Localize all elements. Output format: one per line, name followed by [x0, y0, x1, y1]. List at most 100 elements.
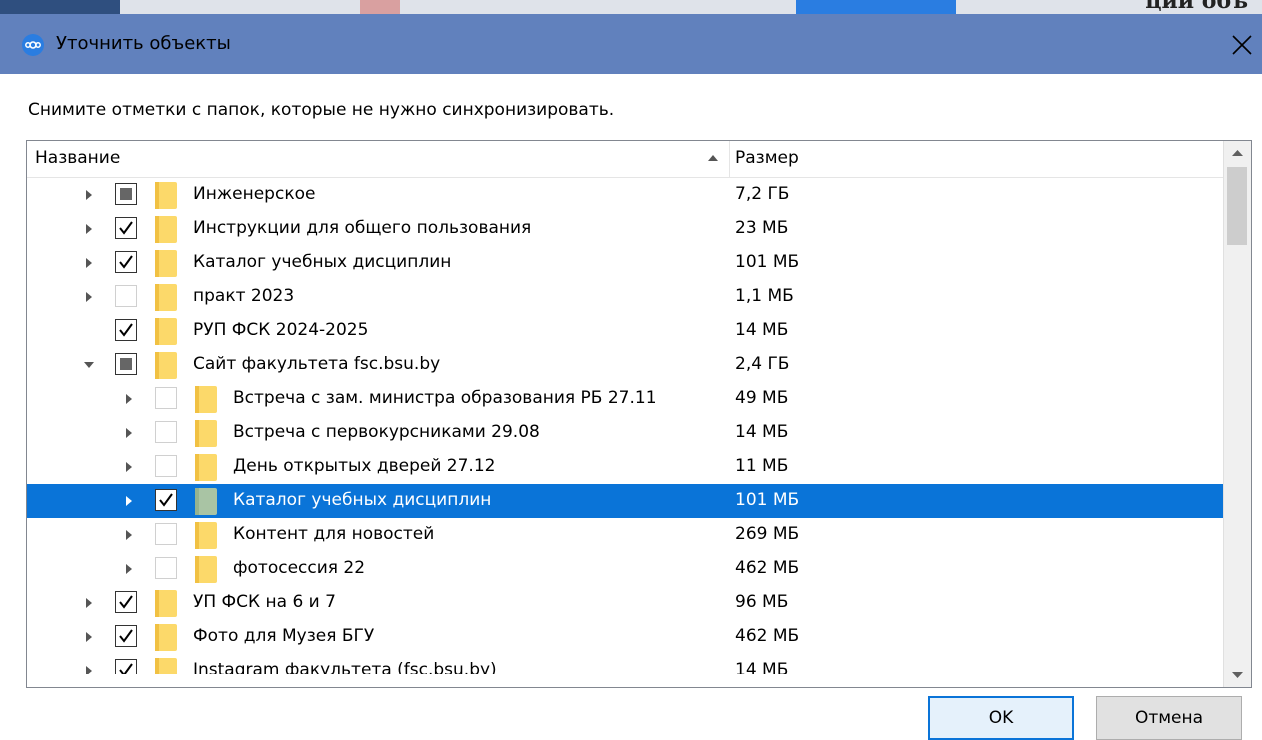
folder-size: 14 МБ — [735, 320, 789, 340]
tree-row[interactable]: Встреча с зам. министра образования РБ 2… — [27, 382, 1223, 416]
checkmark-icon — [119, 663, 133, 674]
tree-rows: Инженерское 7,2 ГБ Инструкции для общего п… — [27, 178, 1223, 674]
tree-row[interactable]: практ 2023 1,1 МБ — [27, 280, 1223, 314]
chevron-right-icon[interactable] — [83, 596, 95, 610]
background-window-strip: ции объ — [0, 0, 1262, 14]
sync-checkbox[interactable] — [115, 251, 137, 273]
tree-row[interactable]: Instagram факультета (fsc.bsu.by) 14 МБ — [27, 654, 1223, 674]
chevron-right-icon[interactable] — [123, 426, 135, 440]
folder-icon — [195, 522, 217, 549]
sync-checkbox[interactable] — [155, 387, 177, 409]
sync-checkbox[interactable] — [115, 285, 137, 307]
sync-checkbox[interactable] — [115, 217, 137, 239]
chevron-right-icon[interactable] — [83, 664, 95, 674]
tree-row[interactable]: Каталог учебных дисциплин 101 МБ — [27, 246, 1223, 280]
instruction-text: Снимите отметки с папок, которые не нужн… — [28, 100, 615, 120]
dialog-title: Уточнить объекты — [56, 33, 231, 54]
tree-row[interactable]: Инженерское 7,2 ГБ — [27, 178, 1223, 212]
folder-name: Встреча с первокурсниками 29.08 — [233, 422, 540, 442]
tree-row[interactable]: УП ФСК на 6 и 7 96 МБ — [27, 586, 1223, 620]
chevron-right-icon[interactable] — [83, 630, 95, 644]
folder-name: Каталог учебных дисциплин — [233, 490, 492, 510]
folder-name: РУП ФСК 2024-2025 — [193, 320, 369, 340]
sync-checkbox[interactable] — [115, 625, 137, 647]
chevron-right-icon[interactable] — [83, 188, 95, 202]
sync-checkbox[interactable] — [155, 421, 177, 443]
dialog-titlebar[interactable]: Уточнить объекты — [0, 14, 1262, 74]
folder-icon — [155, 284, 177, 311]
sync-checkbox[interactable] — [155, 455, 177, 477]
sync-checkbox[interactable] — [115, 183, 137, 205]
tree-row[interactable]: Сайт факультета fsc.bsu.by 2,4 ГБ — [27, 348, 1223, 382]
folder-icon — [195, 488, 217, 515]
chevron-right-icon[interactable] — [123, 528, 135, 542]
folder-name: практ 2023 — [193, 286, 295, 306]
checkmark-icon — [119, 595, 133, 609]
folder-name: УП ФСК на 6 и 7 — [193, 592, 336, 612]
folder-icon — [155, 352, 177, 379]
close-icon — [1232, 35, 1252, 55]
folder-name: Встреча с зам. министра образования РБ 2… — [233, 388, 657, 408]
sync-checkbox[interactable] — [115, 591, 137, 613]
folder-icon — [155, 590, 177, 617]
folder-size: 14 МБ — [735, 660, 789, 674]
background-text: ции объ — [1145, 0, 1248, 14]
tree-row[interactable]: День открытых дверей 27.12 11 МБ — [27, 450, 1223, 484]
folder-name: Инженерское — [193, 184, 316, 204]
chevron-down-icon[interactable] — [83, 358, 95, 372]
chevron-right-icon[interactable] — [123, 494, 135, 508]
sync-checkbox[interactable] — [155, 489, 177, 511]
folder-size: 23 МБ — [735, 218, 789, 238]
arrow-down-icon — [1232, 672, 1243, 678]
chevron-right-icon[interactable] — [83, 256, 95, 270]
column-header-name[interactable]: Название — [35, 148, 120, 168]
tree-row[interactable]: Контент для новостей 269 МБ — [27, 518, 1223, 552]
column-header-size[interactable]: Размер — [735, 148, 799, 168]
checkmark-icon — [119, 255, 133, 269]
folder-size: 14 МБ — [735, 422, 789, 442]
tree-row[interactable]: РУП ФСК 2024-2025 14 МБ — [27, 314, 1223, 348]
folder-icon — [195, 454, 217, 481]
chevron-right-icon[interactable] — [123, 392, 135, 406]
folder-name: Instagram факультета (fsc.bsu.by) — [193, 660, 497, 674]
folder-size: 462 МБ — [735, 626, 800, 646]
tree-row[interactable]: фотосессия 22 462 МБ — [27, 552, 1223, 586]
folder-name: Инструкции для общего пользования — [193, 218, 532, 238]
cancel-button[interactable]: Отмена — [1096, 696, 1242, 740]
sync-checkbox[interactable] — [115, 659, 137, 674]
tree-row[interactable]: Каталог учебных дисциплин 101 МБ — [27, 484, 1223, 518]
column-divider[interactable] — [729, 141, 730, 177]
folder-size: 462 МБ — [735, 558, 800, 578]
tree-row[interactable]: Встреча с первокурсниками 29.08 14 МБ — [27, 416, 1223, 450]
folder-icon — [195, 386, 217, 413]
chevron-right-icon[interactable] — [123, 460, 135, 474]
folder-size: 101 МБ — [735, 490, 800, 510]
vertical-scrollbar[interactable] — [1223, 141, 1251, 687]
chevron-right-icon[interactable] — [123, 562, 135, 576]
tree-row[interactable]: Фото для Музея БГУ 462 МБ — [27, 620, 1223, 654]
sync-checkbox[interactable] — [115, 319, 137, 341]
scroll-down-button[interactable] — [1224, 663, 1251, 687]
checkmark-icon — [119, 323, 133, 337]
sync-checkbox[interactable] — [155, 557, 177, 579]
checkmark-icon — [119, 629, 133, 643]
tree-row[interactable]: Инструкции для общего пользования 23 МБ — [27, 212, 1223, 246]
folder-icon — [195, 556, 217, 583]
chevron-right-icon[interactable] — [83, 222, 95, 236]
sync-checkbox[interactable] — [115, 353, 137, 375]
folder-size: 49 МБ — [735, 388, 789, 408]
folder-name: Фото для Музея БГУ — [193, 626, 375, 646]
close-button[interactable] — [1225, 28, 1259, 62]
checkmark-icon — [159, 493, 173, 507]
chevron-right-icon[interactable] — [83, 290, 95, 304]
nextcloud-icon — [22, 34, 44, 56]
folder-size: 1,1 МБ — [735, 286, 794, 306]
scroll-up-button[interactable] — [1224, 141, 1251, 165]
folder-tree[interactable]: Название Размер Инженерское 7,2 ГБ Инструк… — [26, 140, 1252, 688]
folder-size: 269 МБ — [735, 524, 800, 544]
scroll-thumb[interactable] — [1227, 167, 1247, 245]
ok-button[interactable]: OK — [928, 696, 1074, 740]
folder-icon — [155, 658, 177, 674]
sync-checkbox[interactable] — [155, 523, 177, 545]
arrow-up-icon — [1232, 150, 1243, 156]
